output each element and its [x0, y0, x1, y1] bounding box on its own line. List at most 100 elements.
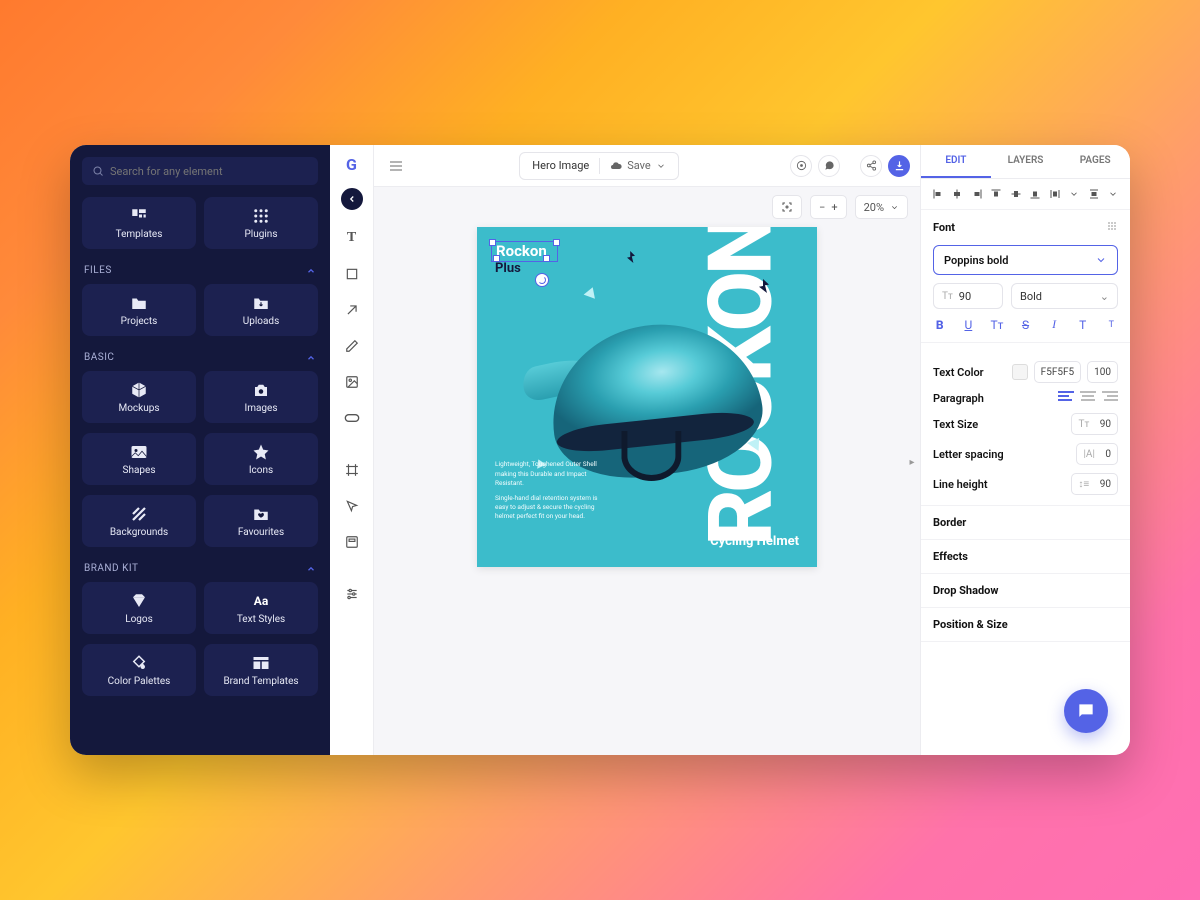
grid-icon[interactable] — [1106, 220, 1118, 235]
sidebar-tile-icons[interactable]: Icons — [204, 433, 318, 485]
letter-spacing-input[interactable]: |A| 0 — [1076, 443, 1118, 465]
border-section[interactable]: Border — [921, 506, 1130, 540]
share-button[interactable] — [860, 155, 882, 177]
brand-subtitle[interactable]: Plus — [495, 261, 521, 276]
sidebar-tile-colorpalettes[interactable]: Color Palettes — [82, 644, 196, 696]
align-right-icon[interactable] — [970, 187, 984, 201]
font-family-select[interactable]: Poppins bold — [933, 245, 1118, 275]
align-left-button[interactable] — [1058, 391, 1074, 405]
product-label[interactable]: Cycling Helmet — [710, 534, 799, 549]
sidebar-tile-uploads[interactable]: Uploads — [204, 284, 318, 336]
underline-button[interactable]: U — [962, 317, 976, 332]
helmet-image[interactable] — [550, 325, 760, 475]
font-size-input[interactable]: Tт 90 — [933, 283, 1003, 309]
distribute-v-icon[interactable] — [1087, 187, 1101, 201]
cursor-tool[interactable] — [338, 492, 366, 520]
arrow-tool[interactable] — [338, 296, 366, 324]
sidebar-tile-logos[interactable]: Logos — [82, 582, 196, 634]
font-weight-select[interactable]: Bold ⌄ — [1011, 283, 1118, 309]
italic-button[interactable]: I — [1047, 317, 1061, 332]
superscript-button[interactable]: T — [1104, 317, 1118, 332]
search-input-wrapper[interactable] — [82, 157, 318, 185]
sidebar-tile-templates[interactable]: Templates — [82, 197, 196, 249]
align-right-button[interactable] — [1102, 391, 1118, 405]
collapse-sidebar-button[interactable] — [341, 188, 363, 210]
app-logo-icon[interactable]: G — [346, 155, 357, 174]
rotate-handle-icon[interactable] — [535, 273, 549, 287]
sidebar-tile-textstyles[interactable]: Aa Text Styles — [204, 582, 318, 634]
download-button[interactable] — [888, 155, 910, 177]
comments-button[interactable] — [818, 155, 840, 177]
document-title[interactable]: Hero Image — [532, 159, 589, 172]
pencil-tool[interactable] — [338, 332, 366, 360]
font-family-value: Poppins bold — [944, 254, 1008, 267]
text-size-input[interactable]: Tт 90 — [1071, 413, 1118, 435]
zoom-select[interactable]: 20% — [855, 195, 908, 219]
spark-shape[interactable] — [627, 251, 635, 263]
selected-text-layer[interactable]: Rockon — [491, 241, 558, 262]
panel-collapse-handle[interactable]: ▸ — [906, 450, 918, 474]
uppercase-button[interactable]: T — [1076, 317, 1090, 332]
tab-pages[interactable]: PAGES — [1060, 145, 1130, 178]
font-weight-value: Bold — [1020, 290, 1042, 303]
rectangle-tool[interactable] — [338, 260, 366, 288]
section-header-files[interactable]: FILES — [82, 259, 318, 284]
bold-button[interactable]: B — [933, 317, 947, 332]
color-swatch[interactable] — [1012, 364, 1028, 380]
section-header-basic[interactable]: BASIC — [82, 346, 318, 371]
sidebar-tile-images[interactable]: Images — [204, 371, 318, 423]
component-tool[interactable] — [338, 528, 366, 556]
sidebar-tile-shapes[interactable]: Shapes — [82, 433, 196, 485]
history-button[interactable] — [790, 155, 812, 177]
section-header-brandkit[interactable]: BRAND KIT — [82, 557, 318, 582]
camera-icon — [252, 381, 270, 399]
save-button[interactable]: Save — [610, 159, 666, 172]
image-tool[interactable] — [338, 368, 366, 396]
canvas[interactable]: ROCKON Rockon Plus — [374, 227, 920, 755]
tile-label: Icons — [249, 465, 273, 476]
search-input[interactable] — [110, 165, 308, 178]
chat-fab[interactable] — [1064, 689, 1108, 733]
align-center-h-icon[interactable] — [950, 187, 964, 201]
tab-edit[interactable]: EDIT — [921, 145, 991, 178]
triangle-shape[interactable] — [584, 285, 599, 299]
zoom-out-button[interactable]: − — [819, 201, 825, 214]
artboard-description[interactable]: Lightweight, Toughened Outer Shell makin… — [495, 460, 605, 521]
sidebar-tile-mockups[interactable]: Mockups — [82, 371, 196, 423]
sidebar-tile-favourites[interactable]: Favourites — [204, 495, 318, 547]
align-left-icon[interactable] — [931, 187, 945, 201]
sidebar-tile-plugins[interactable]: Plugins — [204, 197, 318, 249]
align-top-icon[interactable] — [989, 187, 1003, 201]
artboard[interactable]: ROCKON Rockon Plus — [477, 227, 817, 567]
more-align-icon[interactable] — [1067, 187, 1081, 201]
strike-button[interactable]: S — [1019, 317, 1033, 332]
drop-shadow-section[interactable]: Drop Shadow — [921, 574, 1130, 608]
case-button[interactable]: Tт — [990, 317, 1004, 332]
align-bottom-icon[interactable] — [1028, 187, 1042, 201]
zoom-in-button[interactable]: + — [831, 201, 837, 214]
frame-tool[interactable] — [338, 456, 366, 484]
inspector-panel: EDIT LAYERS PAGES Font Poppins bold — [920, 145, 1130, 755]
color-alpha-input[interactable]: 100 — [1087, 361, 1118, 383]
sidebar-tile-projects[interactable]: Projects — [82, 284, 196, 336]
menu-button[interactable] — [384, 154, 408, 178]
sidebar-tile-brandtemplates[interactable]: Brand Templates — [204, 644, 318, 696]
position-size-section[interactable]: Position & Size — [921, 608, 1130, 642]
text-tool[interactable]: T — [338, 224, 366, 252]
button-tool[interactable] — [338, 404, 366, 432]
sidebar-tile-backgrounds[interactable]: Backgrounds — [82, 495, 196, 547]
tile-label: Text Styles — [237, 614, 285, 625]
line-height-input[interactable]: ↕≡ 90 — [1071, 473, 1118, 495]
color-hex-input[interactable]: F5F5F5 — [1034, 361, 1081, 383]
focus-button[interactable] — [772, 195, 802, 219]
section-title: Font — [933, 221, 955, 234]
distribute-h-icon[interactable] — [1048, 187, 1062, 201]
settings-tool[interactable] — [338, 580, 366, 608]
align-center-button[interactable] — [1080, 391, 1096, 405]
tile-label: Favourites — [238, 527, 284, 538]
align-center-v-icon[interactable] — [1009, 187, 1023, 201]
tab-layers[interactable]: LAYERS — [991, 145, 1061, 178]
effects-section[interactable]: Effects — [921, 540, 1130, 574]
more-align-icon[interactable] — [1106, 187, 1120, 201]
save-label: Save — [627, 159, 651, 172]
